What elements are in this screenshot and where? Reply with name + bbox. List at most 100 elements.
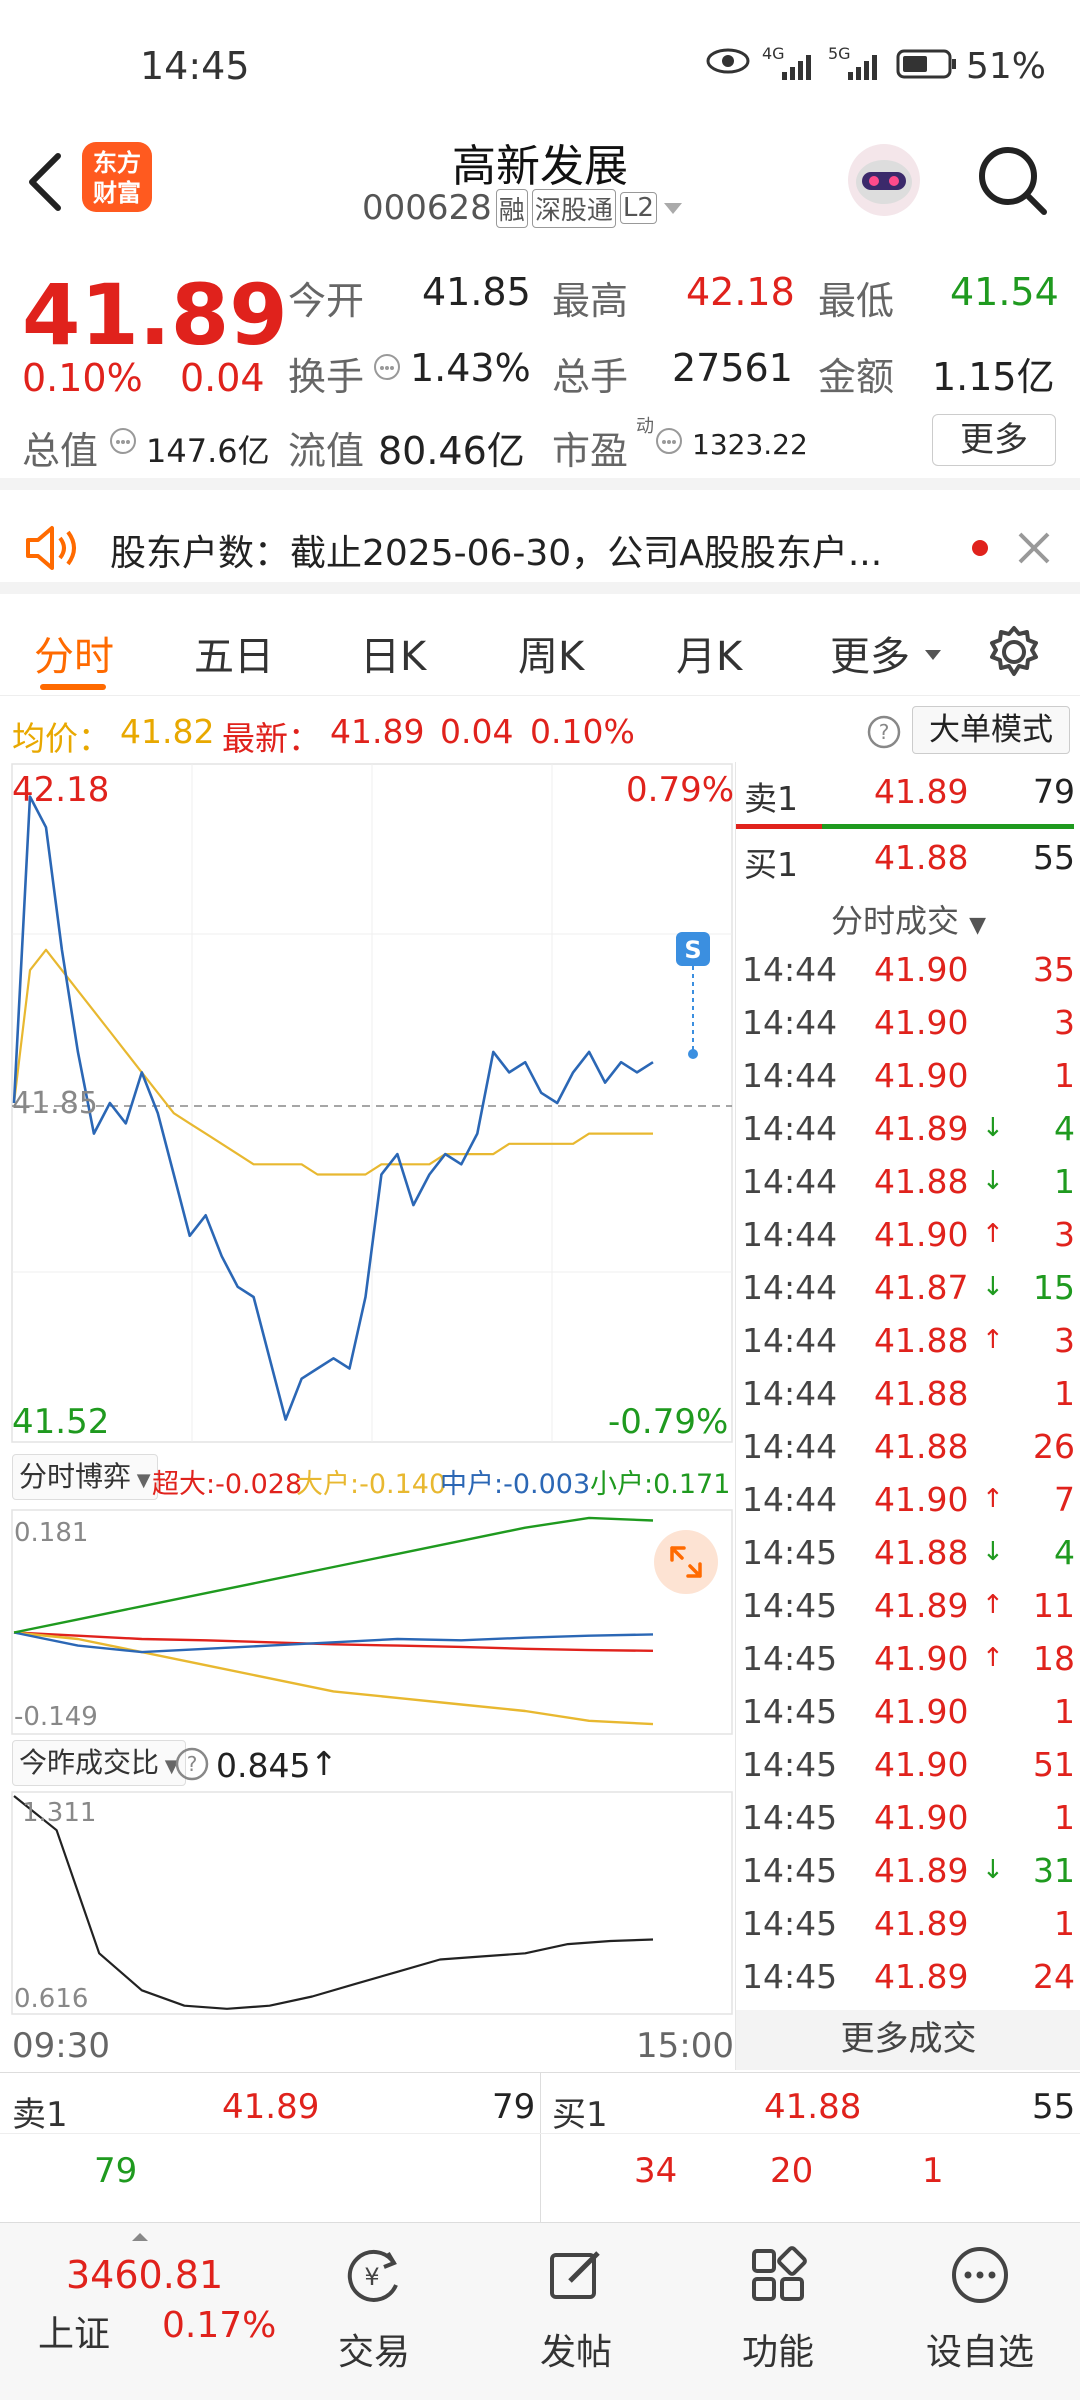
tag-margin: 融	[495, 188, 528, 228]
search-icon[interactable]	[976, 144, 1050, 218]
expand-up-icon	[132, 2233, 148, 2241]
ratio-selector[interactable]: 今昨成交比 ▼	[12, 1740, 186, 1786]
bottom-pct-label: -0.79%	[608, 1402, 729, 1442]
stock-name: 高新发展	[452, 141, 628, 192]
trade-row: 14:44 41.88 26	[736, 1427, 1080, 1480]
turnover-label: 换手	[288, 355, 365, 399]
bottom-nav: 3460.81 上证 0.17% ¥ 交易 发帖 功能 设自选	[0, 2222, 1080, 2400]
trade-direction-arrow: ↑	[982, 1590, 1004, 1620]
trade-row: 14:44 41.88 ↑ 3	[736, 1321, 1080, 1374]
volume-ratio-chart	[13, 1795, 654, 2010]
app-logo[interactable]: 东方财富	[82, 142, 152, 212]
trade-volume: 4	[1054, 1109, 1075, 1148]
trade-price: 41.88	[874, 1321, 969, 1360]
nav-post[interactable]: 发帖	[476, 2223, 676, 2401]
stock-code: 000628	[362, 188, 492, 228]
buy1-label: 买1	[744, 845, 798, 884]
trade-volume: 35	[1033, 950, 1075, 989]
trade-price: 41.90	[874, 1798, 969, 1837]
svg-text:¥: ¥	[364, 2263, 379, 2291]
more-dropdown-icon[interactable]	[924, 648, 942, 662]
fund-flow-chart	[13, 1516, 654, 1726]
open-label: 今开	[288, 279, 365, 323]
trade-time: 14:45	[742, 1692, 838, 1731]
trade-row: 14:44 41.90 1	[736, 1056, 1080, 1109]
quote-panel: 41.89 0.10% 0.04 今开 41.85 最高 42.18 最低 41…	[0, 242, 1080, 490]
help-icon[interactable]: ?	[866, 714, 902, 750]
nav-functions[interactable]: 功能	[678, 2223, 878, 2401]
trade-row: 14:44 41.90 3	[736, 1003, 1080, 1056]
avg-value: 41.82	[120, 712, 215, 751]
trade-volume: 18	[1033, 1639, 1075, 1678]
fund-flow-selector[interactable]: 分时博弈 ▼	[12, 1454, 158, 1500]
trade-list[interactable]: 14:44 41.90 35 14:44 41.90 3 14:44 41.90 1 14:44 4…	[736, 950, 1080, 2010]
pe-dynamic-sup: 动	[636, 416, 654, 437]
flow-xiaohu: 小户:0.171	[590, 1469, 731, 1500]
close-icon[interactable]	[1016, 530, 1052, 566]
trade-direction-arrow: ↓	[982, 1113, 1004, 1143]
tab-more[interactable]: 更多	[830, 624, 910, 682]
ratio-help-icon[interactable]: ?	[174, 1746, 210, 1782]
dropdown-icon[interactable]	[661, 198, 685, 218]
tab-day-k[interactable]: 日K	[360, 624, 426, 682]
trade-row: 14:45 41.88 ↓ 4	[736, 1533, 1080, 1586]
trade-row: 14:45 41.90 1	[736, 1798, 1080, 1851]
nav-add-watchlist[interactable]: 设自选	[880, 2223, 1080, 2401]
trade-price: 41.89	[874, 1586, 969, 1625]
tag-connect: 深股通	[531, 188, 616, 228]
tab-fenshi[interactable]: 分时	[34, 624, 114, 682]
trade-time: 14:45	[742, 1851, 838, 1890]
price-chart	[12, 795, 654, 1421]
bottom-sell1-price: 41.89	[222, 2087, 320, 2127]
sell1-label: 卖1	[744, 779, 798, 818]
info-icon-3[interactable]	[654, 426, 684, 456]
trade-price: 41.89	[874, 1109, 969, 1148]
nav-trade[interactable]: ¥ 交易	[274, 2223, 474, 2401]
grid-icon	[752, 2246, 807, 2301]
more-trades-button[interactable]: 更多成交	[736, 2010, 1080, 2070]
bottom-order-book: 卖1 41.89 79 79 买1 41.88 55 34 20 1	[0, 2072, 1080, 2223]
trade-volume: 1	[1054, 1904, 1075, 1943]
trade-time: 14:44	[742, 1215, 838, 1254]
tab-5day[interactable]: 五日	[194, 624, 274, 682]
open-value: 41.85	[422, 270, 531, 314]
end-time-label: 15:00	[636, 2026, 734, 2066]
large-order-mode-button[interactable]: 大单模式	[912, 706, 1070, 754]
signal-icon-2	[848, 55, 877, 80]
trade-price: 41.90	[874, 950, 969, 989]
trade-volume: 11	[1033, 1586, 1075, 1625]
trade-direction-arrow: ↓	[982, 1166, 1004, 1196]
trade-row: 14:45 41.89 1	[736, 1904, 1080, 1957]
gear-icon[interactable]	[986, 624, 1042, 680]
ratio-value: 0.845	[216, 1746, 311, 1785]
buy1-vol: 55	[1033, 838, 1075, 877]
ticks-header[interactable]: 分时成交 ▼	[736, 896, 1080, 942]
pe-label: 市盈	[552, 429, 629, 473]
trade-row: 14:45 41.89 ↑ 11	[736, 1586, 1080, 1639]
flow-top-label: 0.181	[14, 1518, 89, 1548]
trade-price: 41.88	[874, 1427, 969, 1466]
info-icon[interactable]	[372, 352, 402, 382]
trade-price: 41.87	[874, 1268, 969, 1307]
svg-text:?: ?	[187, 1752, 198, 1776]
more-quote-button[interactable]: 更多	[932, 414, 1056, 466]
trade-row: 14:45 41.89 ↓ 31	[736, 1851, 1080, 1904]
tab-week-k[interactable]: 周K	[518, 624, 584, 682]
tab-month-k[interactable]: 月K	[676, 624, 742, 682]
trade-volume: 51	[1033, 1745, 1075, 1784]
sell-signal-letter: S	[684, 936, 701, 964]
back-icon[interactable]	[22, 150, 66, 214]
tag-l2[interactable]: L2	[619, 192, 657, 224]
fund-flow-label: 分时博弈	[19, 1460, 132, 1493]
avg-label: 均价：	[12, 719, 111, 758]
index-ticker[interactable]: 3460.81 上证 0.17%	[0, 2223, 290, 2401]
trade-time: 14:45	[742, 1904, 838, 1943]
float-label: 流值	[288, 429, 365, 473]
notice-bar[interactable]: 股东户数：截止2025-06-30，公司A股股东户...	[0, 502, 1080, 594]
info-icon-2[interactable]	[108, 426, 138, 456]
expand-button[interactable]	[654, 1530, 718, 1594]
nav-functions-label: 功能	[741, 2332, 814, 2373]
robot-assistant-icon[interactable]	[842, 136, 926, 226]
top-price-label: 42.18	[12, 770, 110, 810]
status-time: 14:45	[140, 44, 250, 88]
